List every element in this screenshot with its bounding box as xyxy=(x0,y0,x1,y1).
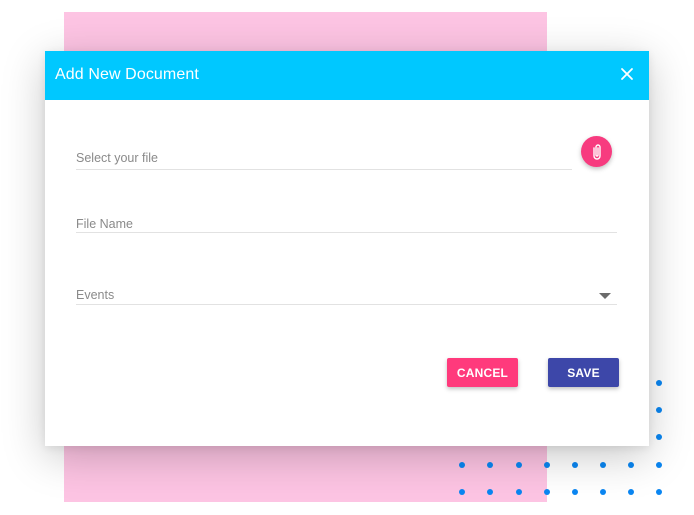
dialog-header: Add New Document xyxy=(45,51,649,100)
decorative-dot xyxy=(656,407,662,413)
events-underline xyxy=(76,304,617,305)
close-icon xyxy=(621,68,633,80)
events-placeholder: Events xyxy=(76,288,115,302)
file-name-input[interactable]: File Name xyxy=(76,217,617,237)
paperclip-icon xyxy=(592,143,601,160)
decorative-dot xyxy=(600,489,606,495)
attach-file-button[interactable] xyxy=(581,136,612,167)
save-button[interactable]: SAVE xyxy=(548,358,619,387)
decorative-dot xyxy=(656,462,662,468)
select-file-field[interactable]: Select your file xyxy=(76,151,572,171)
decorative-dot xyxy=(628,489,634,495)
decorative-dot xyxy=(656,434,662,440)
cancel-button[interactable]: CANCEL xyxy=(447,358,518,387)
select-file-placeholder: Select your file xyxy=(76,151,158,165)
decorative-dot xyxy=(516,489,522,495)
select-file-underline xyxy=(76,169,572,170)
events-select[interactable]: Events xyxy=(76,288,617,308)
decorative-dot xyxy=(572,462,578,468)
close-button[interactable] xyxy=(619,66,635,82)
decorative-dot xyxy=(572,489,578,495)
decorative-dot xyxy=(544,489,550,495)
decorative-dot xyxy=(459,489,465,495)
file-name-underline xyxy=(76,232,617,233)
decorative-dot xyxy=(544,462,550,468)
dropdown-arrow-icon[interactable] xyxy=(599,293,611,299)
decorative-dot xyxy=(516,462,522,468)
dialog-title: Add New Document xyxy=(55,66,199,83)
decorative-dot xyxy=(600,462,606,468)
decorative-dot xyxy=(487,489,493,495)
decorative-dot xyxy=(656,380,662,386)
file-name-placeholder: File Name xyxy=(76,217,133,231)
decorative-dot xyxy=(459,462,465,468)
decorative-dot xyxy=(656,489,662,495)
decorative-dot xyxy=(487,462,493,468)
add-document-dialog: Add New Document Select your file File N… xyxy=(45,51,649,446)
decorative-dot xyxy=(628,462,634,468)
